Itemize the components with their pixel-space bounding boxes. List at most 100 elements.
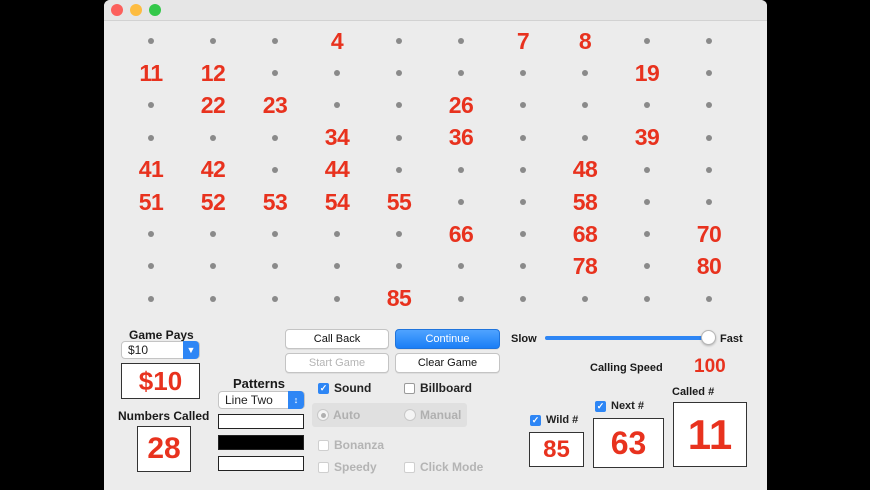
empty-dot xyxy=(396,263,402,270)
empty-dot xyxy=(520,102,526,109)
empty-cell xyxy=(679,285,739,313)
start-game-button[interactable]: Start Game xyxy=(285,353,389,373)
empty-cell xyxy=(369,156,429,184)
patterns-selected-value: Line Two xyxy=(225,393,273,407)
called-number-cell: 51 xyxy=(121,188,181,216)
empty-cell xyxy=(183,220,243,248)
called-number: 58 xyxy=(572,188,598,215)
empty-cell xyxy=(555,285,615,313)
empty-cell xyxy=(679,188,739,216)
clear-game-button[interactable]: Clear Game xyxy=(395,353,500,373)
radio-selected-icon xyxy=(317,409,329,421)
empty-dot xyxy=(148,231,154,238)
empty-cell xyxy=(493,252,553,280)
empty-dot xyxy=(644,199,650,205)
empty-dot xyxy=(396,102,402,109)
empty-dot xyxy=(148,263,154,270)
auto-radio[interactable]: Auto xyxy=(317,408,360,422)
speedy-checkbox[interactable]: Speedy xyxy=(318,460,377,474)
empty-cell xyxy=(493,124,553,152)
speedy-label: Speedy xyxy=(334,460,377,474)
empty-dot xyxy=(272,263,278,270)
called-number-cell: 23 xyxy=(245,91,305,119)
empty-cell xyxy=(307,220,367,248)
called-number-cell: 39 xyxy=(617,124,677,152)
called-number: 4 xyxy=(330,27,344,54)
empty-dot xyxy=(582,295,588,302)
checkbox-empty-icon xyxy=(404,461,415,473)
billboard-checkbox[interactable]: Billboard xyxy=(404,381,472,395)
continue-button[interactable]: Continue xyxy=(395,329,500,349)
called-number: 80 xyxy=(696,252,722,279)
called-number-cell: 4 xyxy=(307,27,367,55)
wild-checkbox[interactable]: ✓ Wild # xyxy=(530,414,578,426)
empty-dot xyxy=(396,38,402,44)
empty-dot xyxy=(458,70,464,77)
called-number: 23 xyxy=(262,91,288,118)
called-number-cell: 44 xyxy=(307,156,367,184)
call-back-button[interactable]: Call Back xyxy=(285,329,389,349)
numbers-called-display: 28 xyxy=(137,426,191,472)
called-number-cell: 19 xyxy=(617,59,677,87)
empty-cell xyxy=(493,156,553,184)
called-number: 39 xyxy=(634,124,660,151)
empty-cell xyxy=(679,124,739,152)
empty-cell xyxy=(369,220,429,248)
empty-cell xyxy=(245,27,305,55)
next-label: Next # xyxy=(611,400,645,412)
called-number-cell: 48 xyxy=(555,156,615,184)
empty-dot xyxy=(706,102,712,109)
empty-cell xyxy=(555,59,615,87)
empty-dot xyxy=(272,231,278,238)
empty-dot xyxy=(458,263,464,270)
called-number-cell: 85 xyxy=(369,285,429,313)
called-number: 52 xyxy=(200,188,226,215)
empty-dot xyxy=(334,70,340,77)
called-number: 70 xyxy=(696,220,722,247)
sound-checkbox[interactable]: ✓ Sound xyxy=(318,381,371,395)
empty-cell xyxy=(617,285,677,313)
empty-dot xyxy=(520,166,526,173)
empty-dot xyxy=(520,70,526,77)
game-pays-select[interactable]: $10 ▼ xyxy=(121,341,200,359)
called-number: 8 xyxy=(578,27,592,54)
checkmark-icon: ✓ xyxy=(595,400,606,412)
empty-cell xyxy=(493,285,553,313)
click-mode-checkbox[interactable]: Click Mode xyxy=(404,460,483,474)
empty-cell xyxy=(431,59,491,87)
empty-dot xyxy=(706,134,712,141)
checkbox-empty-icon xyxy=(318,439,329,451)
empty-dot xyxy=(396,70,402,77)
empty-cell xyxy=(493,188,553,216)
speed-slider-knob[interactable] xyxy=(701,330,716,345)
speed-slider-track[interactable] xyxy=(545,330,716,345)
empty-cell xyxy=(617,188,677,216)
empty-cell xyxy=(679,156,739,184)
empty-dot xyxy=(210,263,216,270)
manual-radio[interactable]: Manual xyxy=(404,408,461,422)
called-number-cell: 12 xyxy=(183,59,243,87)
empty-cell xyxy=(121,285,181,313)
empty-cell xyxy=(555,91,615,119)
empty-cell xyxy=(617,220,677,248)
called-number-cell: 42 xyxy=(183,156,243,184)
pattern-swatch-1[interactable] xyxy=(218,414,304,429)
called-number-cell: 41 xyxy=(121,156,181,184)
bingo-board: 4 7 8 11 12 19 22 23 26 34 36 39 41 42 44 48 51 52 53 54 55 5… xyxy=(104,0,767,320)
bonanza-checkbox[interactable]: Bonanza xyxy=(318,438,384,452)
empty-cell xyxy=(245,124,305,152)
next-checkbox[interactable]: ✓ Next # xyxy=(595,400,644,412)
empty-cell xyxy=(121,252,181,280)
empty-cell xyxy=(617,91,677,119)
called-number: 48 xyxy=(572,156,598,183)
pattern-swatch-2[interactable] xyxy=(218,435,304,450)
empty-cell xyxy=(431,27,491,55)
empty-dot xyxy=(210,134,216,141)
called-number: 36 xyxy=(448,124,474,151)
patterns-label: Patterns xyxy=(233,376,286,391)
pattern-swatch-3[interactable] xyxy=(218,456,304,471)
empty-dot xyxy=(582,70,588,77)
patterns-select[interactable]: Line Two ↕ xyxy=(218,391,305,409)
next-number-display: 63 xyxy=(593,418,664,468)
called-number: 78 xyxy=(572,252,598,279)
